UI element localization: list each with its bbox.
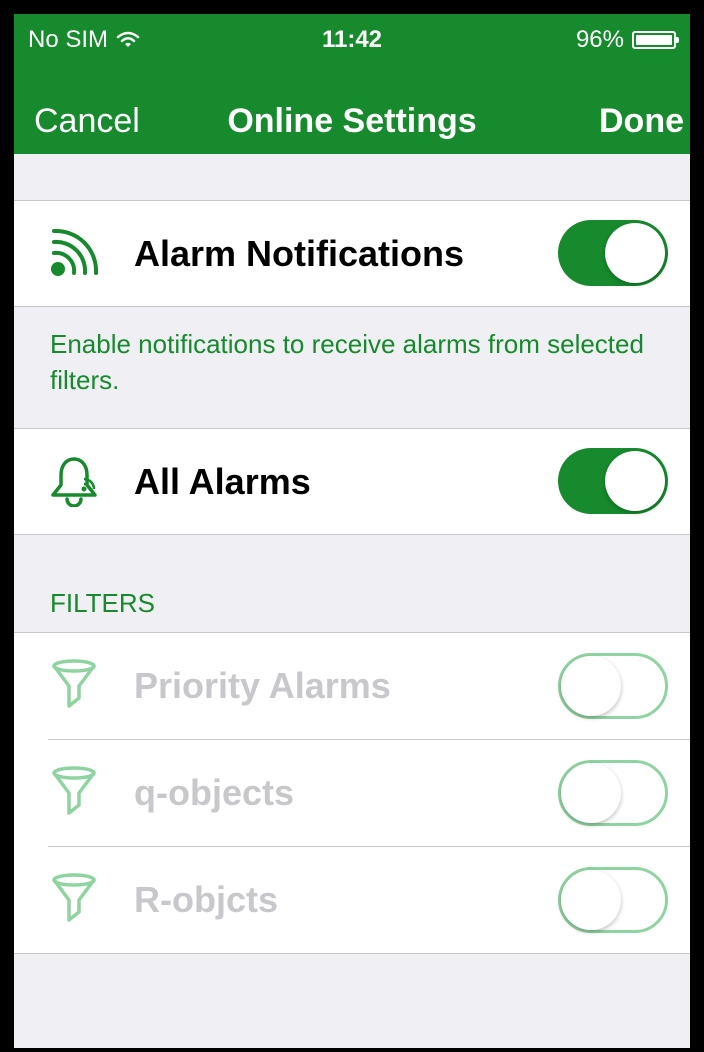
toggle-knob (561, 656, 621, 716)
filter-icon (52, 659, 96, 708)
filter-row[interactable]: R-objcts (14, 847, 690, 953)
filters-section-header: FILTERS (50, 588, 155, 618)
toggle-knob (605, 223, 665, 283)
screen: No SIM 11:42 96% Cancel Online Settings … (14, 14, 690, 1048)
filter-row[interactable]: Priority Alarms (14, 633, 690, 739)
all-alarms-label: All Alarms (134, 461, 311, 502)
filter-row[interactable]: q-objects (14, 740, 690, 846)
alarm-notifications-toggle[interactable] (558, 220, 668, 286)
filter-icon (52, 873, 96, 922)
cancel-button[interactable]: Cancel (34, 102, 140, 141)
battery-icon (632, 31, 679, 49)
all-alarms-toggle[interactable] (558, 448, 668, 514)
filter-toggle[interactable] (558, 760, 668, 826)
alarm-notifications-footer: Enable notifications to receive alarms f… (50, 329, 644, 395)
filter-toggle[interactable] (558, 653, 668, 719)
done-button[interactable]: Done (599, 102, 684, 141)
toggle-knob (605, 451, 665, 511)
toggle-knob (561, 870, 621, 930)
all-alarms-row: All Alarms (14, 428, 690, 535)
toggle-knob (561, 763, 621, 823)
filter-label: Priority Alarms (134, 665, 391, 706)
filter-icon (52, 766, 96, 815)
filter-toggle[interactable] (558, 867, 668, 933)
filter-label: q-objects (134, 772, 295, 813)
bell-icon (51, 457, 97, 507)
broadcast-icon (51, 228, 99, 276)
status-bar: No SIM 11:42 96% (14, 14, 690, 66)
filter-label: R-objcts (134, 879, 278, 920)
battery-group: 96% (575, 26, 679, 54)
battery-percent: 96% (575, 26, 624, 53)
navigation-bar: Cancel Online Settings Done (14, 66, 690, 154)
filters-group: Priority Alarms q-objects R-objcts (14, 632, 690, 954)
alarm-notifications-row: Alarm Notifications (14, 200, 690, 307)
alarm-notifications-label: Alarm Notifications (134, 233, 465, 274)
